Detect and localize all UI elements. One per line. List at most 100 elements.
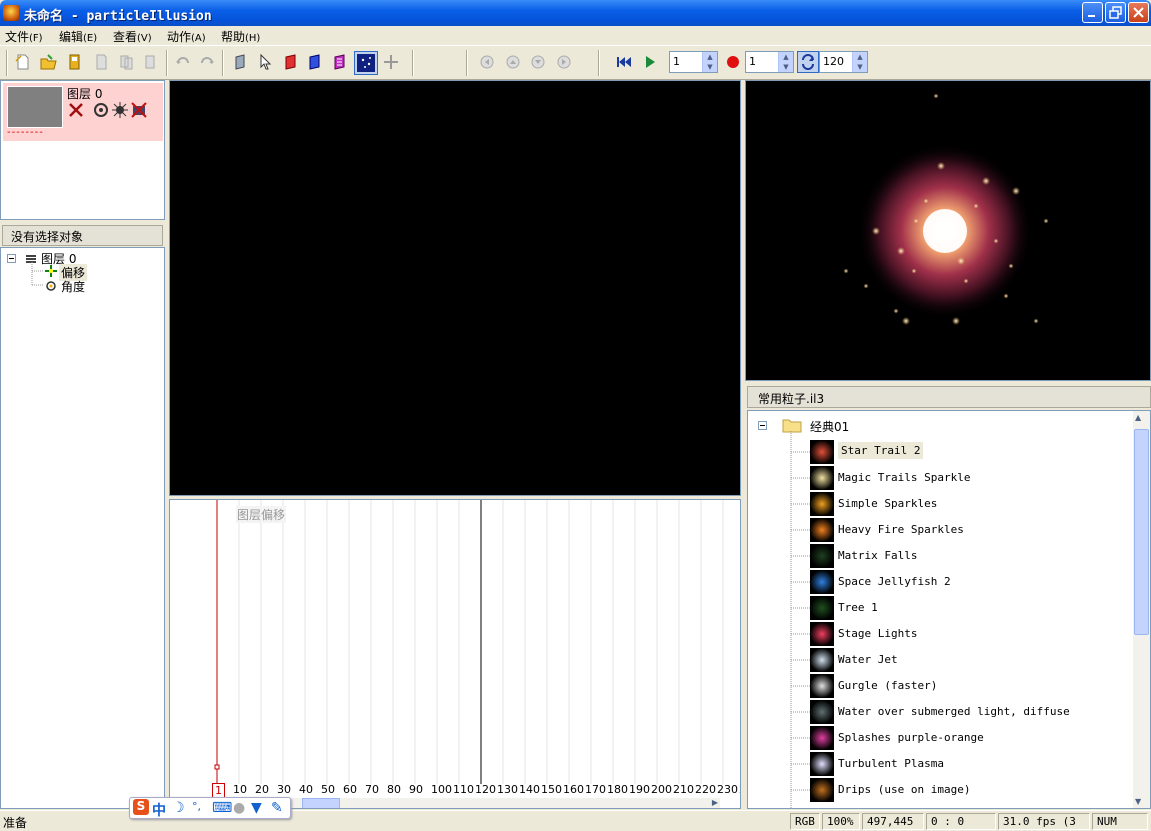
library-item[interactable]: Stage Lights (810, 621, 1110, 647)
tree-item-angle[interactable]: 角度 (61, 278, 85, 295)
scroll-down-icon[interactable]: ▼ (1135, 797, 1141, 806)
emitter-multi-icon[interactable] (331, 53, 349, 71)
library-item[interactable]: Magic Trails Sparkle (810, 465, 1110, 491)
ime-keyboard-icon[interactable]: ⌨ (212, 800, 232, 816)
library-item-label: Water Jet (838, 653, 898, 666)
layer-lock-icon[interactable] (130, 101, 148, 119)
nav-down-icon[interactable] (529, 53, 547, 71)
frame-spinner-arrows[interactable]: ▲ ▼ (702, 52, 717, 72)
menu-view[interactable]: 查看(V) (113, 28, 152, 45)
redo-icon[interactable] (198, 53, 216, 71)
restore-button[interactable] (1105, 2, 1126, 23)
timeline-scrollbar[interactable]: ▶ (290, 798, 720, 808)
main-viewport[interactable] (169, 80, 741, 496)
nav-up-icon[interactable] (504, 53, 522, 71)
loop-value[interactable]: 120 (823, 55, 844, 68)
particle-tool-button[interactable] (354, 51, 378, 75)
timeline-graph[interactable]: 图层偏移 1 10 20 30 40 50 60 70 80 90 100 110 120 130 140 1… (169, 499, 741, 809)
spinner-down-icon[interactable]: ▼ (703, 62, 717, 72)
spark-particle (933, 93, 939, 99)
menu-edit[interactable]: 编辑(E) (59, 28, 97, 45)
tree-collapse-icon[interactable] (7, 254, 17, 264)
copy-icon[interactable] (118, 53, 136, 71)
spinner-up-icon[interactable]: ▲ (779, 52, 793, 62)
library-item-label: Tree 1 (838, 601, 878, 614)
record-spinner[interactable]: 1 ▲ ▼ (745, 51, 794, 73)
spark-particle (982, 177, 990, 185)
spinner-down-icon[interactable]: ▼ (779, 62, 793, 72)
undo-icon[interactable] (174, 53, 192, 71)
loop-spinner-arrows[interactable]: ▲ ▼ (852, 52, 867, 72)
spark-particle (843, 268, 849, 274)
spark-particle (911, 268, 917, 274)
timeline-tick-label: 120 (475, 783, 496, 796)
ime-tools-icon[interactable]: ✎ (271, 800, 283, 816)
library-item[interactable]: Tree 1 (810, 595, 1110, 621)
library-item[interactable]: Splashes purple-orange (810, 725, 1110, 751)
ime-toolbar[interactable]: S 中 ☽ °, ⌨ ● ▼ ✎ (129, 797, 291, 819)
select-tool-icon[interactable] (257, 53, 275, 71)
spinner-down-icon[interactable]: ▼ (853, 62, 867, 72)
timeline-tick-label: 20 (255, 783, 269, 796)
frame-value[interactable]: 1 (673, 55, 680, 68)
layer-emitter-icon[interactable] (111, 101, 129, 119)
sogou-logo-icon[interactable]: S (133, 799, 149, 815)
cut-icon[interactable] (92, 53, 110, 71)
library-item[interactable]: Star Trail 2 (810, 439, 1110, 465)
loop-button[interactable] (797, 51, 819, 73)
library-scroll-thumb[interactable] (1134, 429, 1149, 635)
layer-tool-icon[interactable] (232, 53, 250, 71)
library-item[interactable]: Simple Sparkles (810, 491, 1110, 517)
scroll-up-icon[interactable]: ▲ (1135, 413, 1141, 422)
library-item[interactable]: Water over submerged light, diffuse (810, 699, 1110, 725)
title-bar[interactable]: 未命名 - particleIllusion (0, 0, 1151, 26)
timeline-scroll-thumb[interactable] (302, 798, 340, 808)
spinner-up-icon[interactable]: ▲ (853, 52, 867, 62)
library-item[interactable]: Turbulent Plasma (810, 751, 1110, 777)
ime-mode-label[interactable]: 中 (152, 800, 166, 820)
library-item[interactable]: Matrix Falls (810, 543, 1110, 569)
particle-library[interactable]: 经典01 Star Trail 2 Magic Trails Sparkle Sim… (747, 410, 1151, 809)
save-file-icon[interactable] (66, 53, 84, 71)
library-item[interactable]: Drips (use on image) (810, 777, 1110, 803)
move-tool-icon[interactable] (382, 53, 400, 71)
record-spinner-arrows[interactable]: ▲ ▼ (778, 52, 793, 72)
menu-help[interactable]: 帮助(H) (221, 28, 260, 45)
library-scrollbar[interactable]: ▲ ▼ (1133, 411, 1150, 808)
menu-action[interactable]: 动作(A) (167, 28, 206, 45)
layer-row[interactable]: 图层 0 -------- (3, 83, 163, 141)
nav-left-icon[interactable] (478, 53, 496, 71)
record-value[interactable]: 1 (749, 55, 756, 68)
ime-user-icon[interactable]: ● (233, 800, 245, 816)
paste-icon[interactable] (142, 53, 160, 71)
minimize-button[interactable] (1082, 2, 1103, 23)
timeline-tick-label: 140 (519, 783, 540, 796)
scroll-right-icon[interactable]: ▶ (712, 798, 718, 807)
library-item[interactable]: Heavy Fire Sparkles (810, 517, 1110, 543)
nav-right-icon[interactable] (555, 53, 573, 71)
rewind-icon[interactable] (615, 53, 633, 71)
spinner-up-icon[interactable]: ▲ (703, 52, 717, 62)
ime-halfwidth-icon[interactable]: ☽ (172, 800, 185, 816)
loop-spinner[interactable]: 120 ▲ ▼ (819, 51, 868, 73)
layer-target-icon[interactable] (92, 101, 110, 119)
new-file-icon[interactable] (14, 53, 32, 71)
library-item[interactable]: Gurgle (faster) (810, 673, 1110, 699)
ime-punct-icon[interactable]: °, (192, 800, 201, 813)
emitter-red-icon[interactable] (282, 53, 300, 71)
layer-visibility-icon[interactable] (67, 101, 85, 119)
library-item-label: Turbulent Plasma (838, 757, 944, 770)
ime-skin-icon[interactable]: ▼ (251, 800, 262, 816)
library-item[interactable]: Water Jet (810, 647, 1110, 673)
menu-file[interactable]: 文件(F) (5, 28, 43, 45)
library-item[interactable]: Space Jellyfish 2 (810, 569, 1110, 595)
folder-collapse-icon[interactable] (758, 421, 768, 431)
frame-spinner[interactable]: 1 ▲ ▼ (669, 51, 718, 73)
play-icon[interactable] (641, 53, 659, 71)
close-button[interactable] (1128, 2, 1149, 23)
open-file-icon[interactable] (40, 53, 58, 71)
app-window: 未命名 - particleIllusion 文件(F) 编辑(E) 查看(V)… (0, 0, 1151, 831)
record-icon[interactable] (724, 53, 742, 71)
layer-dash-line: -------- (7, 127, 44, 138)
emitter-blue-icon[interactable] (306, 53, 324, 71)
